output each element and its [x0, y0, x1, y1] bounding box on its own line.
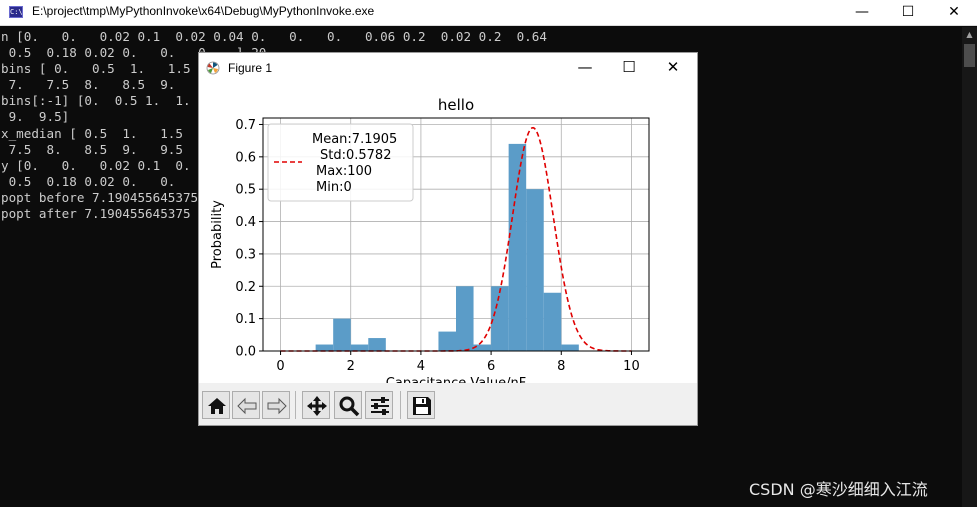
console-titlebar: C:\ E:\project\tmp\MyPythonInvoke\x64\De… [0, 0, 977, 26]
toolbar-separator [295, 391, 296, 419]
maximize-button[interactable]: ☐ [885, 0, 931, 26]
y-axis-label: Probability [210, 200, 225, 269]
minimize-button[interactable]: — [839, 0, 885, 26]
home-button[interactable] [202, 391, 230, 419]
scroll-up-arrow-icon[interactable]: ▲ [962, 27, 977, 43]
x-tick-label: 6 [487, 359, 495, 374]
figure-close-button[interactable]: ✕ [651, 53, 695, 83]
y-tick-label: 0.3 [235, 247, 256, 262]
figure-title: Figure 1 [228, 61, 273, 75]
chart-title: hello [438, 96, 474, 114]
legend-text-line: Max:100 [316, 164, 372, 179]
histogram-bar [315, 344, 334, 351]
figure-minimize-button[interactable]: — [563, 53, 607, 83]
histogram-bar [561, 344, 579, 351]
back-arrow-icon [237, 397, 257, 415]
legend-text-line: Std:0.5782 [320, 148, 391, 163]
x-tick-label: 2 [347, 359, 355, 374]
figure-maximize-button[interactable]: ☐ [607, 53, 651, 83]
x-tick-label: 10 [623, 359, 640, 374]
toolbar-separator [400, 391, 401, 419]
home-icon [208, 398, 226, 414]
legend-text-line: Min:0 [316, 180, 352, 195]
y-tick-label: 0.6 [235, 150, 256, 165]
console-app-icon: C:\ [9, 6, 23, 18]
histogram-bar [473, 344, 492, 351]
pan-button[interactable] [302, 391, 330, 419]
histogram-bar [543, 292, 562, 351]
histogram-bar [456, 286, 474, 351]
y-tick-label: 0.5 [235, 183, 256, 198]
legend-text-line: Mean:7.1905 [312, 132, 397, 147]
histogram-bar [438, 331, 456, 351]
histogram-bar [526, 189, 544, 351]
console-scrollbar[interactable]: ▲ [962, 27, 977, 507]
scrollbar-thumb[interactable] [964, 44, 975, 67]
x-axis-label: Capacitance Value/nF [386, 376, 526, 383]
watermark-text: CSDN @寒沙细细入江流 [749, 480, 928, 499]
save-button[interactable] [407, 391, 435, 419]
histogram-bar [491, 286, 509, 351]
save-icon [413, 397, 431, 415]
console-window-title: E:\project\tmp\MyPythonInvoke\x64\Debug\… [32, 4, 375, 18]
x-tick-label: 0 [276, 359, 284, 374]
close-button[interactable]: ✕ [931, 0, 977, 26]
zoom-icon [339, 396, 360, 417]
histogram-bar [333, 318, 351, 351]
x-tick-label: 8 [557, 359, 565, 374]
configure-subplots-icon [371, 397, 389, 415]
figure-titlebar: Figure 1 — ☐ ✕ [199, 53, 697, 83]
plot-canvas[interactable]: 0 2 4 6 8 10 0.0 0.1 0.2 0.3 0.4 0.5 0.6 0.7 hello Capa… [199, 83, 697, 383]
forward-arrow-icon [267, 397, 287, 415]
navigation-toolbar [199, 383, 697, 425]
zoom-button[interactable] [334, 391, 362, 419]
configure-subplots-button[interactable] [365, 391, 393, 419]
histogram-bar [368, 338, 386, 351]
y-tick-label: 0.1 [235, 312, 256, 327]
forward-button[interactable] [262, 391, 290, 419]
y-tick-label: 0.2 [235, 280, 256, 295]
figure-window: Figure 1 — ☐ ✕ 0 2 4 6 8 10 0.0 0.1 0.2 0.3 0.4 0.5… [198, 52, 698, 426]
histogram-bar [350, 344, 369, 351]
histogram-chart: 0 2 4 6 8 10 0.0 0.1 0.2 0.3 0.4 0.5 0.6 0.7 hello Capa… [210, 96, 650, 383]
pan-icon [307, 396, 327, 416]
x-tick-label: 4 [417, 359, 425, 374]
matplotlib-logo-icon [206, 61, 220, 75]
histogram-bar [508, 143, 527, 351]
y-tick-label: 0.7 [235, 118, 256, 133]
back-button[interactable] [232, 391, 260, 419]
y-tick-label: 0.4 [235, 215, 256, 230]
y-tick-label: 0.0 [235, 345, 256, 360]
